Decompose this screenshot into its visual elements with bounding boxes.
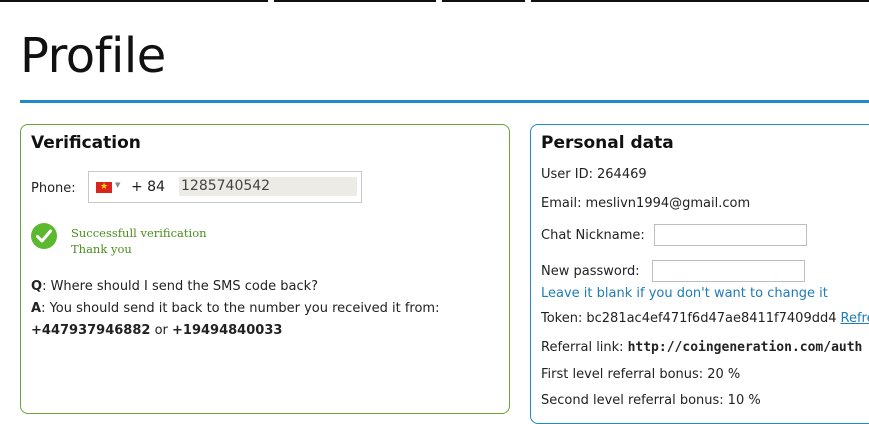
title-divider <box>20 100 869 103</box>
phone-label: Phone: <box>31 181 76 196</box>
answer-prefix: A <box>31 301 41 316</box>
email-value: meslivn1994@gmail.com <box>585 196 750 211</box>
chevron-down-icon[interactable]: ▼ <box>115 181 120 189</box>
user-id-row: User ID: 264469 <box>541 167 647 182</box>
password-label: New password: <box>541 264 640 279</box>
token-label: Token: <box>541 311 582 326</box>
nickname-label: Chat Nickname: <box>541 228 645 243</box>
thank-you-line: Thank you <box>71 241 207 257</box>
second-level-bonus-row: Second level referral bonus: 10 % <box>541 393 761 408</box>
email-row: Email: meslivn1994@gmail.com <box>541 196 750 211</box>
top-border <box>0 0 869 2</box>
user-id-value: 264469 <box>597 167 647 182</box>
second-bonus-value: 10 % <box>728 393 761 408</box>
faq-answer: A: You should send it back to the number… <box>31 301 439 316</box>
faq-question: Q: Where should I send the SMS code back… <box>31 279 318 294</box>
referral-label: Referral link: <box>541 340 624 355</box>
phone-field[interactable]: ★ ▼ + 84 1285740542 <box>88 171 362 203</box>
first-bonus-value: 20 % <box>707 367 740 382</box>
phone-number-input[interactable]: 1285740542 <box>179 177 357 196</box>
sms-number-1: +447937946882 <box>31 323 150 338</box>
vietnam-flag-icon[interactable]: ★ <box>96 182 112 193</box>
dial-code: + 84 <box>131 179 165 195</box>
token-refresh-link[interactable]: Refre <box>841 311 869 326</box>
question-prefix: Q <box>31 279 42 294</box>
success-line: Successfull verification <box>71 225 207 241</box>
referral-row: Referral link: http://coingeneration.com/… <box>541 340 862 355</box>
page-title: Profile <box>20 32 166 80</box>
success-message: Successfull verification Thank you <box>71 225 207 257</box>
or-text: or <box>150 323 172 338</box>
email-label: Email: <box>541 196 581 211</box>
answer-text: : You should send it back to the number … <box>41 301 439 316</box>
top-border-gap <box>436 0 442 2</box>
user-id-label: User ID: <box>541 167 593 182</box>
check-icon <box>31 223 57 249</box>
new-password-input[interactable] <box>652 260 805 282</box>
verification-heading: Verification <box>31 133 141 153</box>
sms-number-2: +19494840033 <box>172 323 282 338</box>
verification-panel: Verification Phone: ★ ▼ + 84 1285740542 … <box>20 124 510 414</box>
sms-numbers: +447937946882 or +19494840033 <box>31 323 282 338</box>
token-value: bc281ac4ef471f6d47ae8411f7409dd4 <box>586 311 836 326</box>
personal-data-heading: Personal data <box>541 133 674 153</box>
top-border-gap <box>268 0 274 2</box>
referral-link-value[interactable]: http://coingeneration.com/auth <box>628 340 863 355</box>
second-bonus-label: Second level referral bonus: <box>541 393 724 408</box>
top-border-gap <box>525 0 531 2</box>
password-hint: Leave it blank if you don't want to chan… <box>541 286 828 301</box>
nickname-input[interactable] <box>654 224 807 246</box>
first-level-bonus-row: First level referral bonus: 20 % <box>541 367 740 382</box>
question-text: : Where should I send the SMS code back? <box>42 279 318 294</box>
personal-data-panel: Personal data User ID: 264469 Email: mesli… <box>530 124 869 424</box>
token-row: Token: bc281ac4ef471f6d47ae8411f7409dd4 Re… <box>541 311 869 326</box>
first-bonus-label: First level referral bonus: <box>541 367 703 382</box>
